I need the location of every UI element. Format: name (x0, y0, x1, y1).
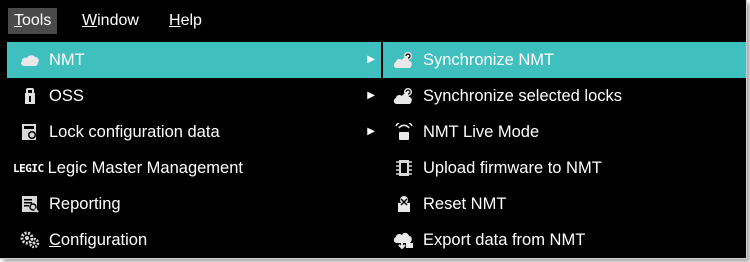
menu-tools-mnemonic: T (14, 12, 22, 29)
menu-item-export-data-from-nmt[interactable]: Export data from NMT (383, 222, 746, 258)
menu-item-label: Upload firmware to NMT (423, 158, 602, 177)
legic-logo-icon: LEGIC (11, 158, 44, 178)
reset-icon (391, 194, 417, 214)
menu-item-reset-nmt[interactable]: Reset NMT (383, 186, 746, 222)
menu-help[interactable]: Help (163, 8, 208, 34)
menu-item-nmt-live-mode[interactable]: NMT Live Mode (383, 114, 746, 150)
menu-window[interactable]: Window (76, 8, 145, 34)
sync-cloud-icon (391, 50, 417, 70)
menu-help-label: elp (180, 12, 202, 29)
nmt-submenu: Synchronize NMT Synchronize selected loc… (383, 42, 746, 258)
tools-menu: NMT ▶ OSS ▶ Lock configuration data ▶ LE… (7, 42, 381, 258)
firmware-icon (391, 158, 417, 178)
config-data-icon (17, 122, 43, 142)
application-window: Tools Window Help NMT ▶ OSS ▶ Lock confi… (0, 0, 747, 259)
menu-item-label: NMT Live Mode (423, 122, 540, 141)
menu-item-mnemonic: C (49, 230, 61, 249)
menu-tools[interactable]: Tools (8, 8, 58, 34)
menu-window-mnemonic: W (82, 12, 98, 29)
menu-item-nmt[interactable]: NMT ▶ (7, 42, 381, 78)
submenu-arrow-icon: ▶ (367, 126, 375, 137)
menu-tools-label: ools (22, 12, 52, 29)
menu-item-label: Synchronize NMT (423, 50, 555, 69)
menu-item-label: Reset NMT (423, 194, 507, 213)
menu-item-upload-firmware-to-nmt[interactable]: Upload firmware to NMT (383, 150, 746, 186)
cloud-icon (17, 50, 43, 70)
menu-item-label: NMT (49, 50, 85, 69)
menu-item-lock-configuration-data[interactable]: Lock configuration data ▶ (7, 114, 381, 150)
menu-item-oss[interactable]: OSS ▶ (7, 78, 381, 114)
live-mode-icon (391, 122, 417, 142)
menu-item-label: OSS (49, 86, 84, 105)
menu-item-label: Legic Master Management (47, 158, 243, 177)
menu-item-label: Lock configuration data (49, 122, 220, 141)
menu-item-synchronize-nmt[interactable]: Synchronize NMT (383, 42, 746, 78)
menu-item-label: Synchronize selected locks (423, 86, 623, 105)
submenu-arrow-icon: ▶ (367, 54, 375, 65)
menu-item-label: Configuration (49, 231, 147, 250)
report-icon (17, 194, 43, 214)
menu-item-legic-master-management[interactable]: LEGIC Legic Master Management (7, 150, 381, 186)
menu-item-label: Reporting (49, 194, 121, 213)
menu-item-synchronize-selected-locks[interactable]: Synchronize selected locks (383, 78, 746, 114)
submenu-arrow-icon: ▶ (367, 90, 375, 101)
legic-logo-text: LEGIC (13, 161, 44, 175)
menu-item-configuration[interactable]: Configuration (7, 222, 381, 258)
export-icon (391, 230, 417, 250)
menu-window-label: indow (97, 12, 139, 29)
gears-icon (17, 230, 43, 250)
menu-help-mnemonic: H (169, 12, 181, 29)
menu-item-label: Export data from NMT (423, 230, 586, 249)
menu-item-reporting[interactable]: Reporting (7, 186, 381, 222)
menu-bar: Tools Window Help (0, 0, 746, 34)
lock-cylinder-icon (17, 86, 43, 106)
sync-locks-icon (391, 86, 417, 106)
menu-item-label-rest: onfiguration (60, 230, 148, 249)
